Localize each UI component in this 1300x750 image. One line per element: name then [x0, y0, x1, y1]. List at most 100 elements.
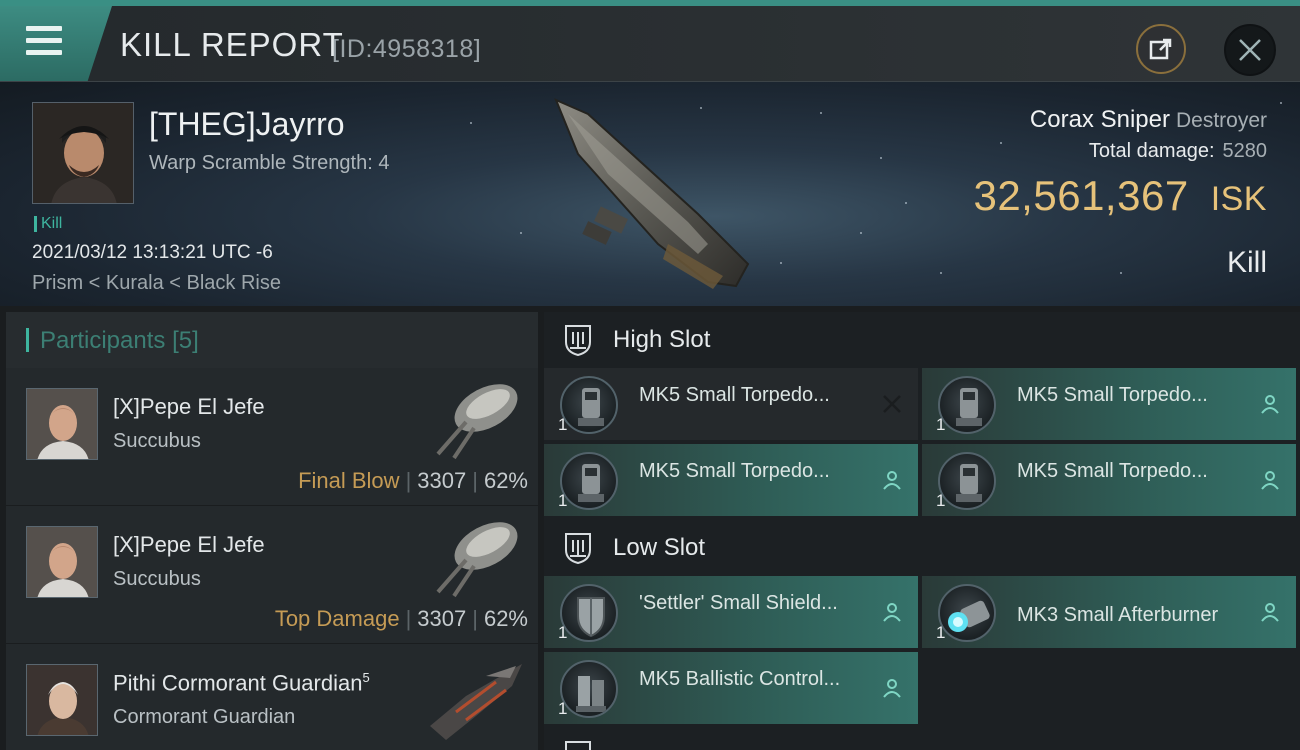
warp-scramble-strength: Warp Scramble Strength: 4 — [149, 152, 390, 174]
participant-damage: 3307 — [417, 606, 467, 631]
module-quantity: 1 — [936, 415, 946, 434]
module-item[interactable]: 1 MK5 Small Torpedo... — [922, 368, 1296, 440]
avatar — [26, 664, 98, 736]
victim-portrait[interactable] — [32, 102, 134, 204]
final-blow-tag: Final Blow — [298, 468, 400, 493]
participant-name-text: Pithi Cormorant Guardian — [113, 670, 363, 696]
kill-status: Kill — [1226, 246, 1267, 279]
participants-title-text: Participants — [40, 327, 166, 354]
participant-ship-image — [436, 522, 518, 598]
participant-ship-image — [436, 384, 518, 460]
module-name: 'Settler' Small Shield... — [639, 592, 838, 614]
report-id: [ID:4958318] — [332, 35, 482, 63]
shield-extender-icon — [560, 584, 618, 642]
participants-panel: Participants [5] [X]Pepe El Jefe Succubu… — [6, 312, 538, 750]
person-icon — [883, 679, 901, 698]
kill-badge: Kill — [34, 216, 62, 232]
module-item[interactable]: 1 MK5 Small Torpedo... — [922, 444, 1296, 516]
participant-damage-percent: 62% — [483, 606, 528, 631]
module-name: MK5 Small Torpedo... — [639, 384, 830, 406]
participant-row[interactable]: [X]Pepe El Jefe Succubus Top Damage | 3307… — [6, 506, 538, 644]
header-bar: KILL REPORT [ID:4958318] — [0, 0, 1300, 82]
participants-header: Participants [5] — [6, 312, 538, 368]
ship-class: Destroyer — [1175, 109, 1267, 132]
participant-damage-percent: 62% — [483, 468, 528, 493]
victim-banner: [THEG]Jayrro Warp Scramble Strength: 4 K… — [0, 82, 1300, 306]
torpedo-launcher-icon — [938, 452, 996, 510]
low-slot-label: Low Slot — [613, 534, 706, 561]
isk-value-row: 32,561,367 ISK — [973, 172, 1267, 220]
module-item[interactable]: 1 'Settler' Small Shield... — [544, 576, 918, 648]
module-quantity: 1 — [558, 415, 568, 434]
ship-name-text[interactable]: Corax Sniper — [1030, 106, 1170, 133]
module-item[interactable]: 1 MK5 Ballistic Control... — [544, 652, 918, 724]
avatar — [26, 526, 98, 598]
module-item[interactable]: 1 MK5 Small Torpedo... — [544, 368, 918, 440]
person-icon — [883, 471, 901, 490]
victim-ship-image — [554, 98, 750, 289]
module-name: MK5 Small Torpedo... — [639, 460, 830, 482]
close-icon — [1239, 39, 1261, 61]
participant-stats: Top Damage | 3307 | 62% — [274, 606, 528, 631]
module-quantity: 1 — [936, 491, 946, 510]
participant-row[interactable]: Pithi Cormorant Guardian5 Cormorant Guar… — [6, 644, 538, 750]
participant-row[interactable]: [X]Pepe El Jefe Succubus Final Blow | 3307… — [6, 368, 538, 506]
menu-button[interactable] — [0, 6, 112, 82]
participant-name: [X]Pepe El Jefe — [113, 532, 265, 557]
module-name: MK5 Ballistic Control... — [639, 668, 841, 690]
victim-name[interactable]: [THEG]Jayrro — [149, 106, 345, 143]
participant-name: [X]Pepe El Jefe — [113, 394, 265, 419]
module-name: MK3 Small Afterburner — [1017, 604, 1219, 626]
person-icon — [1261, 395, 1279, 414]
person-icon — [1261, 471, 1279, 490]
mid-slot-header — [544, 732, 1300, 750]
participant-ship: Succubus — [113, 568, 201, 590]
person-icon — [883, 603, 901, 622]
top-damage-tag: Top Damage — [274, 606, 400, 631]
section-accent-bar — [26, 328, 29, 352]
low-slot-header: Low Slot — [544, 520, 1300, 576]
participants-count: [5] — [172, 327, 199, 354]
share-button[interactable] — [1136, 24, 1186, 74]
victim-ship-name: Corax Sniper Destroyer — [1030, 106, 1267, 134]
fitting-panel: High Slot 1 MK5 Small Torpedo... 1 MK5 S… — [544, 312, 1300, 750]
close-button[interactable] — [1224, 24, 1276, 76]
kill-location[interactable]: Prism < Kurala < Black Rise — [32, 272, 281, 295]
module-item[interactable]: 1 MK3 Small Afterburner — [922, 576, 1296, 648]
torpedo-launcher-icon — [560, 376, 618, 434]
module-quantity: 1 — [936, 623, 946, 642]
total-damage-value: 5280 — [1222, 140, 1268, 162]
mid-slot-icon — [565, 741, 591, 750]
avatar — [26, 388, 98, 460]
participant-level: 5 — [362, 670, 370, 685]
high-slot-header: High Slot — [544, 312, 1300, 368]
module-item[interactable]: 1 MK5 Small Torpedo... — [544, 444, 918, 516]
participant-ship: Cormorant Guardian — [113, 706, 296, 728]
module-quantity: 1 — [558, 623, 568, 642]
participant-stats: Final Blow | 3307 | 62% — [298, 468, 528, 493]
hamburger-icon — [26, 26, 62, 56]
high-slot-icon — [565, 325, 591, 356]
module-name: MK5 Small Torpedo... — [1017, 460, 1208, 482]
torpedo-launcher-icon — [938, 376, 996, 434]
person-icon — [1261, 603, 1279, 622]
module-quantity: 1 — [558, 699, 568, 718]
destroyed-x-icon — [883, 395, 901, 413]
total-damage-label: Total damage: — [1088, 140, 1215, 162]
high-slot-label: High Slot — [613, 326, 711, 353]
participant-ship-image — [430, 664, 522, 740]
torpedo-launcher-icon — [560, 452, 618, 510]
kill-datetime: 2021/03/12 13:13:21 UTC -6 — [32, 242, 273, 263]
ballistic-control-icon — [560, 660, 618, 718]
participant-name: Pithi Cormorant Guardian5 — [113, 670, 370, 696]
participant-damage: 3307 — [417, 468, 467, 493]
low-slot-icon — [565, 533, 591, 564]
total-damage: Total damage: 5280 — [1089, 140, 1267, 163]
page-title: KILL REPORT — [120, 26, 344, 63]
isk-value: 32,561,367 — [973, 172, 1189, 219]
module-name: MK5 Small Torpedo... — [1017, 384, 1208, 406]
afterburner-icon — [938, 584, 996, 642]
isk-unit: ISK — [1210, 180, 1267, 218]
participants-title: Participants [5] — [40, 327, 199, 355]
share-icon — [1149, 38, 1172, 60]
